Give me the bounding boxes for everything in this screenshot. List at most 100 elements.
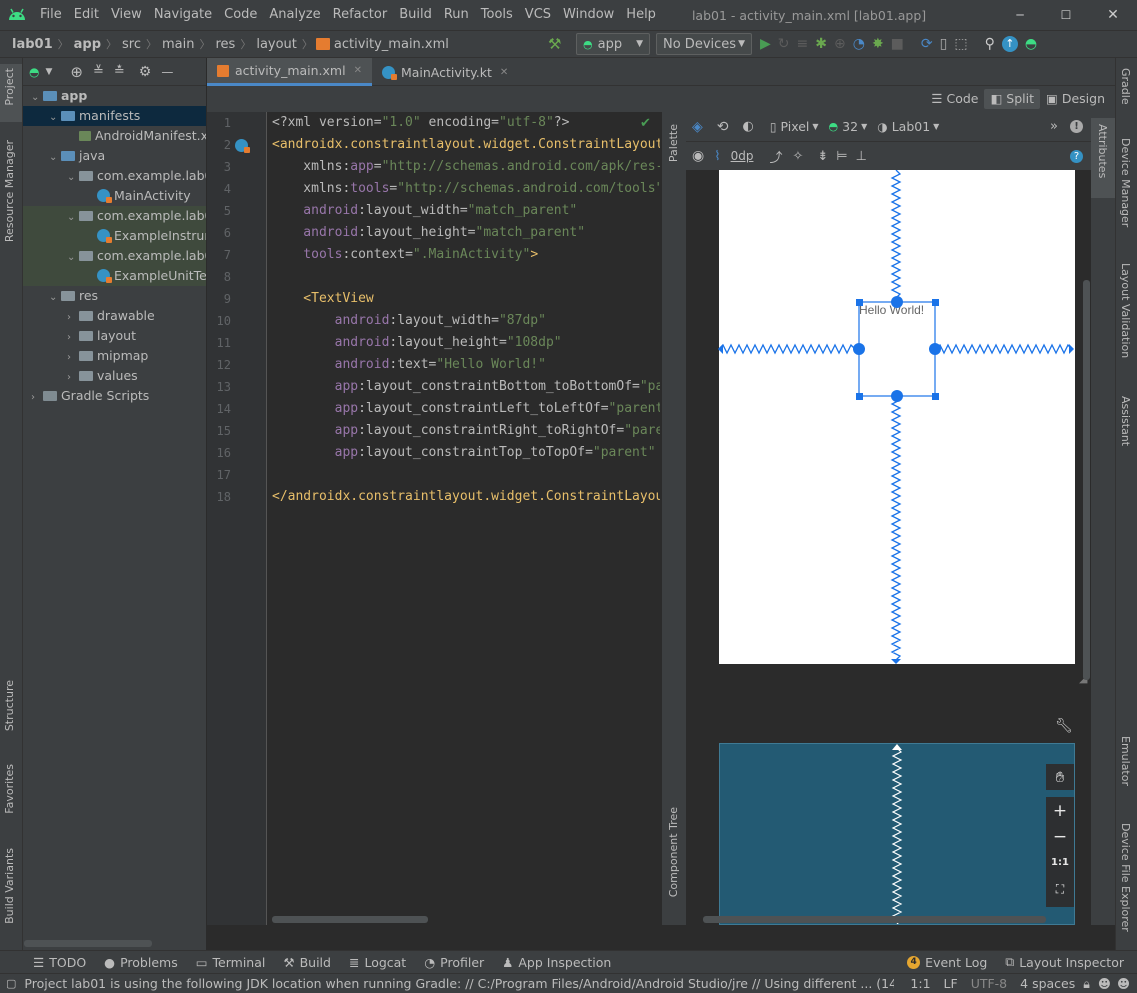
view-options-icon[interactable]: ◉ — [692, 148, 704, 164]
tab-component-tree[interactable]: Component Tree — [667, 807, 680, 897]
preview-horizontal-scrollbar[interactable] — [703, 916, 1046, 923]
tree-item[interactable]: ⌄ com.example.lab01 — [23, 246, 206, 268]
attach-debugger-icon[interactable]: ⊕ — [834, 36, 846, 52]
breadcrumb-main[interactable]: main — [160, 37, 196, 52]
autoconnect-icon[interactable]: ⌇ — [714, 149, 720, 164]
breadcrumb-app[interactable]: app — [72, 37, 103, 52]
stop-icon[interactable]: ■ — [891, 36, 904, 52]
guidelines-icon[interactable]: ⊥ — [856, 149, 867, 164]
breadcrumb-res[interactable]: res — [213, 37, 237, 52]
update-icon[interactable]: ↑ — [1001, 36, 1018, 52]
chevron-down-icon[interactable]: ⌄ — [67, 168, 79, 188]
pan-button[interactable]: ✋︎ — [1046, 764, 1074, 790]
close-tab-icon[interactable]: ✕ — [500, 67, 508, 78]
device-select[interactable]: Pixel — [780, 119, 809, 134]
preview-vertical-scrollbar[interactable] — [1083, 280, 1090, 680]
chevron-right-icon[interactable]: › — [67, 368, 79, 388]
face-icon[interactable]: ☻ — [1098, 976, 1111, 991]
chevron-right-icon[interactable]: › — [67, 328, 79, 348]
tree-item[interactable]: AndroidManifest.xml — [23, 126, 206, 146]
tab-assistant[interactable]: Assistant — [1119, 396, 1132, 446]
split-mode-button[interactable]: ◧ Split — [984, 89, 1041, 109]
menu-tools[interactable]: Tools — [475, 0, 519, 30]
tab-attributes[interactable]: Attributes — [1096, 124, 1109, 178]
tree-item[interactable]: ⌄ app — [23, 86, 206, 108]
chevron-down-icon[interactable]: ⌄ — [31, 88, 43, 108]
resize-handle-top-right[interactable] — [932, 299, 939, 306]
tab-main-activity[interactable]: MainActivity.kt ✕ — [372, 58, 518, 86]
device-manager-icon[interactable]: ▯ — [940, 36, 948, 52]
chevron-down-icon[interactable]: ⌄ — [67, 208, 79, 228]
hammer-build-icon[interactable]: ⚒ — [548, 35, 561, 53]
anchor-right[interactable] — [929, 343, 941, 355]
chevron-down-icon[interactable]: ▼ — [45, 67, 52, 77]
theme-select[interactable]: Lab01 — [892, 119, 930, 134]
chevron-down-icon[interactable]: ⌄ — [67, 248, 79, 268]
code-mode-button[interactable]: ☰ Code — [925, 89, 984, 109]
layers-icon[interactable]: ◈ — [692, 119, 703, 135]
help-icon[interactable]: ? — [1070, 149, 1083, 163]
tree-item[interactable]: ⌄ res — [23, 286, 206, 308]
close-button[interactable]: ✕ — [1103, 7, 1123, 23]
zoom-out-button[interactable]: − — [1046, 824, 1074, 850]
file-encoding[interactable]: UTF-8 — [971, 976, 1007, 991]
design-mode-button[interactable]: ▣ Design — [1040, 89, 1111, 109]
breadcrumb-src[interactable]: src — [120, 37, 143, 52]
tree-item[interactable]: › Gradle Scripts — [23, 386, 206, 406]
run-icon[interactable]: ▶ — [760, 36, 771, 52]
layout-inspector-button[interactable]: ⧉ Layout Inspector — [996, 954, 1133, 970]
chevron-down-icon[interactable]: ⌄ — [49, 148, 61, 168]
zoom-to-fit-button[interactable]: ⛶ — [1046, 876, 1074, 902]
pack-icon[interactable]: ⇟ — [817, 149, 828, 164]
chevron-right-icon[interactable]: › — [67, 348, 79, 368]
zoom-in-button[interactable]: + — [1046, 798, 1074, 824]
tree-item[interactable]: ⌄ java — [23, 146, 206, 168]
indent-setting[interactable]: 4 spaces — [1020, 976, 1075, 991]
tree-item[interactable]: ⌄ com.example.lab01 — [23, 206, 206, 228]
device-select[interactable]: No Devices ▼ — [656, 33, 752, 55]
blueprint-view[interactable] — [719, 743, 1075, 925]
menu-refactor[interactable]: Refactor — [327, 0, 394, 30]
app-inspection-button[interactable]: ♟ App Inspection — [493, 955, 620, 970]
tree-item[interactable]: ExampleUnitTest — [23, 266, 206, 286]
menu-edit[interactable]: Edit — [68, 0, 105, 30]
tab-emulator[interactable]: Emulator — [1119, 736, 1132, 786]
expand-all-icon[interactable]: ≚ — [93, 64, 104, 79]
warning-icon[interactable]: ! — [1070, 120, 1083, 133]
caret-position[interactable]: 1:1 — [910, 976, 930, 991]
minimize-button[interactable]: ─ — [1010, 8, 1030, 22]
wrench-icon[interactable]: 🔧︎ — [1055, 718, 1073, 734]
line-separator[interactable]: LF — [944, 976, 958, 991]
build-button[interactable]: ⚒ Build — [274, 955, 340, 970]
tab-resource-manager[interactable]: Resource Manager — [3, 140, 16, 242]
editor-horizontal-scrollbar[interactable] — [272, 916, 428, 923]
debug-run-icon[interactable]: ✸ — [872, 36, 884, 52]
clear-constraints-icon[interactable]: ⤴ — [769, 147, 782, 166]
chevron-down-icon[interactable]: ⌄ — [49, 288, 61, 308]
tab-palette[interactable]: Palette — [667, 124, 680, 162]
search-icon[interactable]: ⚲ — [985, 36, 995, 52]
project-horizontal-scrollbar[interactable] — [24, 940, 152, 947]
lock-icon[interactable]: 🔒︎ — [1083, 976, 1090, 992]
close-tab-icon[interactable]: ✕ — [354, 65, 362, 76]
tab-device-manager[interactable]: Device Manager — [1119, 138, 1132, 227]
tab-gradle[interactable]: Gradle — [1119, 68, 1132, 105]
tree-item[interactable]: › mipmap — [23, 346, 206, 368]
night-mode-icon[interactable]: ◐ — [743, 119, 754, 134]
tree-item[interactable]: › values — [23, 366, 206, 388]
hide-icon[interactable]: — — [161, 65, 173, 79]
todo-button[interactable]: ☰ TODO — [24, 955, 95, 970]
anchor-left[interactable] — [853, 343, 865, 355]
tree-item[interactable]: MainActivity — [23, 186, 206, 206]
tab-project[interactable]: Project — [3, 68, 16, 106]
apply-changes-icon[interactable]: ↻ — [778, 36, 790, 52]
maximize-button[interactable]: ☐ — [1056, 8, 1076, 22]
problems-button[interactable]: ● Problems — [95, 955, 187, 970]
chevron-right-icon[interactable]: › — [67, 308, 79, 328]
infer-constraints-icon[interactable]: ✧ — [792, 149, 803, 164]
menu-code[interactable]: Code — [218, 0, 263, 30]
menu-file[interactable]: File — [34, 0, 68, 30]
anchor-bottom[interactable] — [891, 390, 903, 402]
terminal-button[interactable]: ▭ Terminal — [187, 955, 275, 970]
collapse-all-icon[interactable]: ≛ — [114, 64, 125, 79]
